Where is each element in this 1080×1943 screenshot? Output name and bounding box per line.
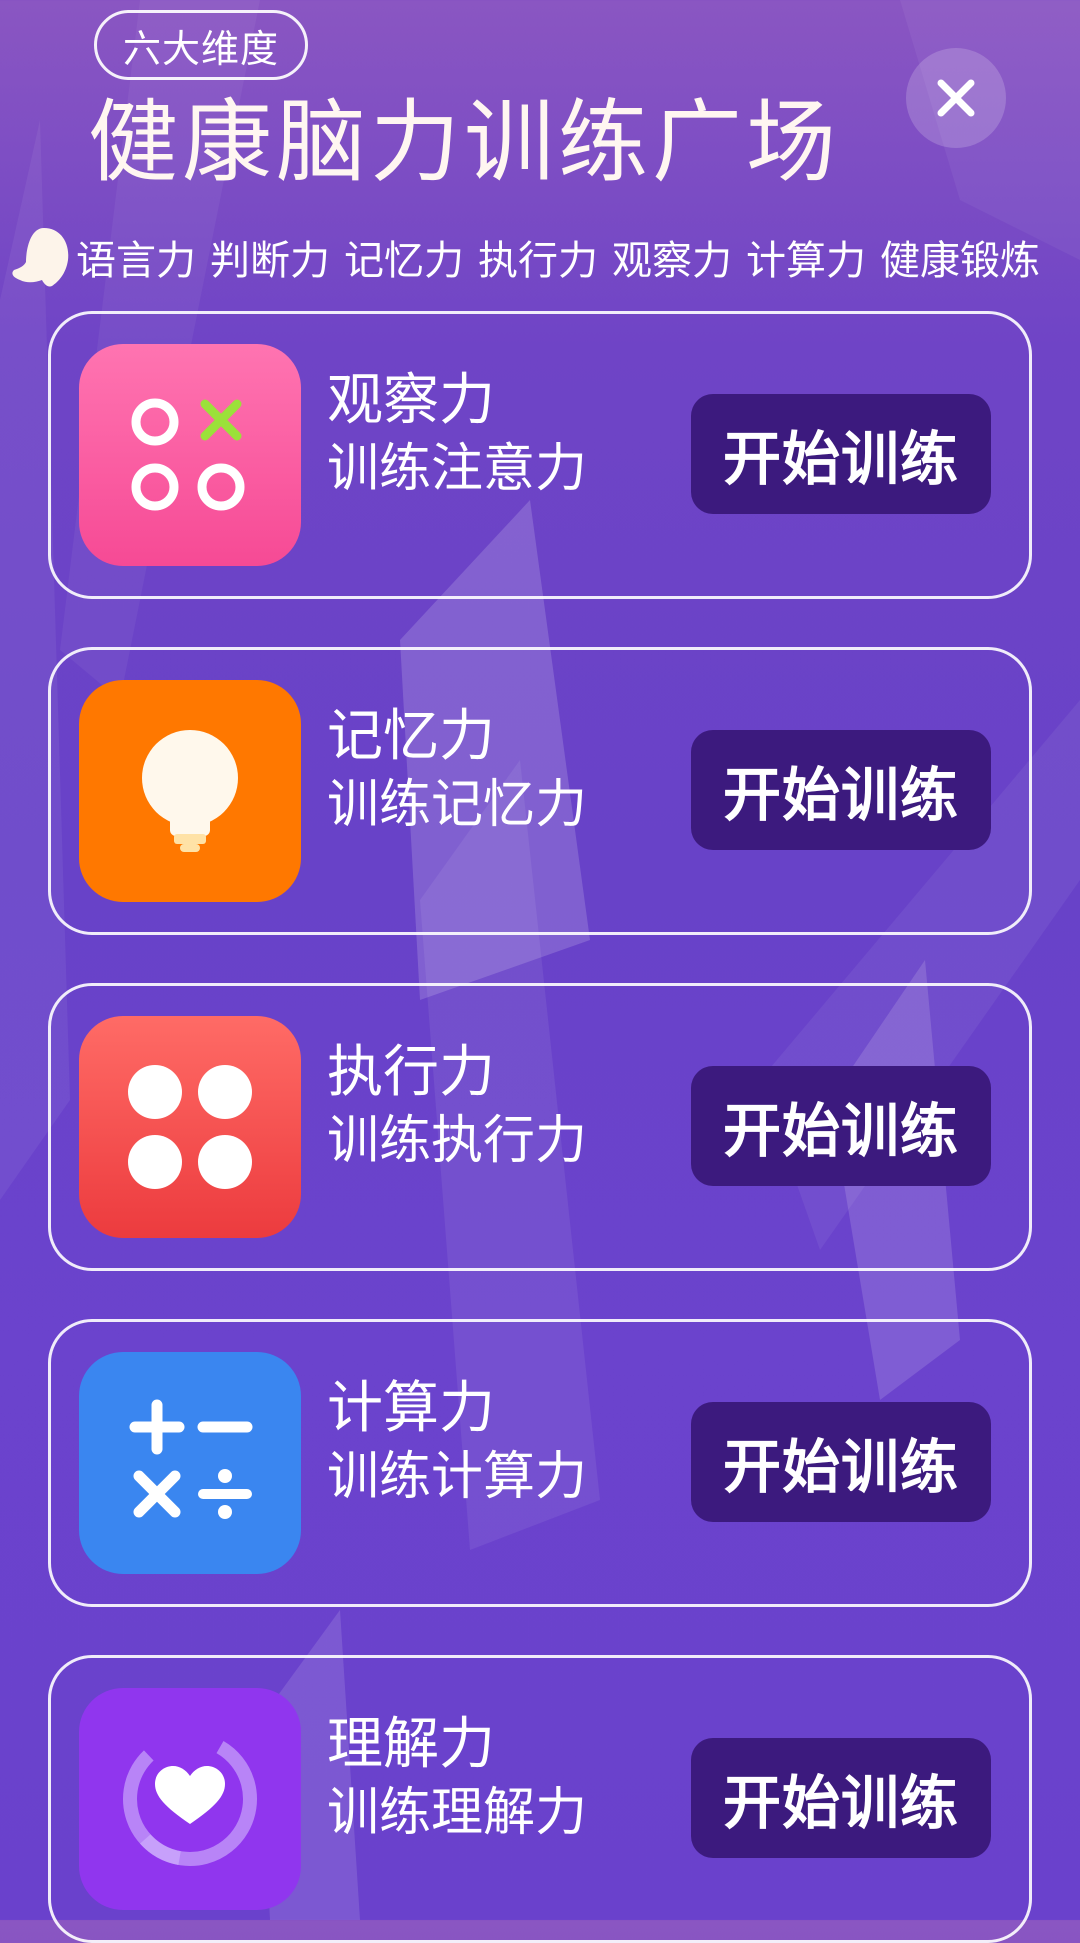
- card-subtitle: 训练注意力: [327, 439, 588, 499]
- observation-icon: [131, 398, 245, 511]
- tag-observation[interactable]: 观察力: [612, 228, 732, 286]
- dimension-tags: 语言力 判断力 记忆力 执行力 观察力 计算力 健康锻炼: [76, 222, 1040, 292]
- card-title: 计算力: [327, 1376, 495, 1441]
- observation-icon-tile: [79, 344, 301, 566]
- lightbulb-icon: [142, 730, 238, 852]
- tag-execution[interactable]: 执行力: [478, 228, 598, 286]
- start-training-button[interactable]: 开始训练: [691, 1402, 991, 1522]
- close-button[interactable]: [906, 48, 1006, 148]
- tag-health-exercise[interactable]: 健康锻炼: [880, 228, 1040, 286]
- page-title: 健康脑力训练广场: [88, 90, 840, 195]
- card-title: 执行力: [327, 1040, 495, 1105]
- heart-icon: [123, 1732, 257, 1866]
- tag-calculation[interactable]: 计算力: [746, 228, 866, 286]
- ghost-mascot-icon: [12, 228, 69, 287]
- dimension-badge: 六大维度: [94, 10, 308, 80]
- dimension-badge-label: 六大维度: [122, 26, 279, 71]
- card-title: 理解力: [327, 1712, 495, 1777]
- execution-icon-tile: [79, 1016, 301, 1238]
- dimension-tag-row: 语言力 判断力 记忆力 执行力 观察力 计算力 健康锻炼: [0, 222, 1080, 292]
- start-training-button[interactable]: 开始训练: [691, 1066, 991, 1186]
- training-card-memory[interactable]: 记忆力 训练记忆力 开始训练: [48, 647, 1032, 935]
- card-subtitle: 训练理解力: [327, 1783, 588, 1843]
- dots-grid-icon: [128, 1065, 252, 1189]
- card-title: 记忆力: [327, 704, 495, 769]
- start-training-button[interactable]: 开始训练: [691, 394, 991, 514]
- close-icon: [937, 79, 975, 117]
- tag-memory[interactable]: 记忆力: [344, 228, 464, 286]
- start-training-button[interactable]: 开始训练: [691, 730, 991, 850]
- calculation-icon-tile: [79, 1352, 301, 1574]
- card-subtitle: 训练执行力: [327, 1111, 588, 1171]
- card-title: 观察力: [327, 368, 495, 433]
- memory-icon-tile: [79, 680, 301, 902]
- training-card-observation[interactable]: 观察力 训练注意力 开始训练: [48, 311, 1032, 599]
- training-card-execution[interactable]: 执行力 训练执行力 开始训练: [48, 983, 1032, 1271]
- training-card-comprehension[interactable]: 理解力 训练理解力 开始训练: [48, 1655, 1032, 1943]
- tag-language[interactable]: 语言力: [76, 228, 196, 286]
- training-card-calculation[interactable]: 计算力 训练计算力 开始训练: [48, 1319, 1032, 1607]
- comprehension-icon-tile: [79, 1688, 301, 1910]
- card-subtitle: 训练计算力: [327, 1447, 588, 1507]
- calculator-icon: [129, 1399, 253, 1519]
- start-training-button[interactable]: 开始训练: [691, 1738, 991, 1858]
- card-subtitle: 训练记忆力: [327, 775, 588, 835]
- tag-judgment[interactable]: 判断力: [210, 228, 330, 286]
